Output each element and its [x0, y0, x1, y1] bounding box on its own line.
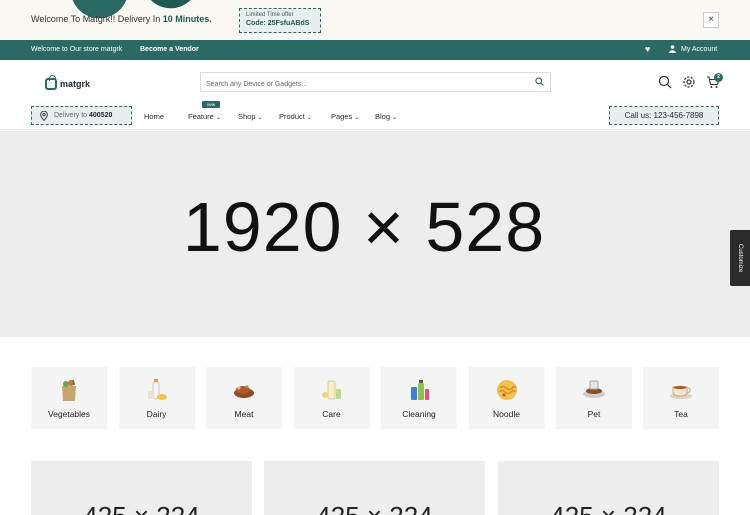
chevron-down-icon: ⌄ — [354, 115, 360, 121]
category-label: Care — [322, 409, 341, 419]
meat-icon — [234, 385, 254, 398]
close-promo-button[interactable]: × — [703, 12, 719, 28]
category-card-meat[interactable]: Meat — [206, 367, 282, 429]
pet-food-icon — [583, 380, 605, 398]
cart-count-badge: 2 — [714, 73, 723, 82]
decorative-leaf-shape — [137, 0, 199, 14]
chevron-down-icon: ⌄ — [215, 115, 221, 121]
category-label: Tea — [674, 409, 688, 419]
shopping-bag-logo-icon — [45, 75, 57, 90]
banner-placeholder-text: 425 × 224 — [498, 501, 719, 515]
coupon-box[interactable]: Limited Time offer Code: 25FsfuABdS — [239, 8, 321, 33]
main-header: matgrk — [0, 60, 750, 104]
location-pin-icon — [40, 111, 48, 121]
promo-message-text: Welcome To Matgrk!! Delivery In — [31, 14, 163, 24]
search-bar — [200, 72, 551, 94]
category-card-dairy[interactable]: Dairy — [118, 367, 195, 429]
coupon-code: Code: 25FsfuABdS — [246, 20, 310, 27]
noodle-icon — [496, 380, 517, 400]
category-label: Dairy — [146, 409, 167, 419]
category-card-tea[interactable]: Tea — [643, 367, 719, 429]
chevron-down-icon: ⌄ — [257, 115, 263, 121]
delivery-prefix: Delivery to — [54, 112, 90, 119]
delivery-pincode: 400520 — [89, 112, 113, 119]
category-card-cleaning[interactable]: Cleaning — [381, 367, 457, 429]
nav-item-label: Pages — [331, 112, 353, 121]
become-vendor-link[interactable]: Become a Vendor — [140, 46, 199, 53]
new-badge: new — [202, 101, 220, 108]
promo-delivery-time: 10 Minutes. — [162, 14, 212, 24]
vegetables-bag-icon — [62, 379, 76, 401]
tea-icon — [670, 385, 692, 399]
wishlist-heart-icon[interactable]: ♥ — [645, 44, 650, 54]
nav-item-product[interactable]: Product ⌄ — [279, 112, 312, 121]
user-icon — [669, 45, 676, 55]
category-row: Vegetables Dairy Meat Care Cleaning Nood… — [31, 367, 719, 429]
category-label: Noodle — [493, 409, 520, 419]
hero-placeholder-text: 1920 × 528 — [182, 188, 546, 266]
logo-text: matgrk — [60, 79, 91, 89]
nav-item-label: Shop — [238, 112, 256, 121]
banner-placeholder-text: 425 × 224 — [31, 501, 252, 515]
category-label: Vegetables — [47, 409, 91, 419]
nav-item-feature[interactable]: Feature ⌄ — [188, 112, 221, 121]
cleaning-icon — [411, 380, 429, 400]
search-input[interactable] — [201, 75, 521, 94]
call-us-button[interactable]: Call us: 123-456-7898 — [609, 106, 719, 125]
my-account-link[interactable]: My Account — [681, 46, 717, 53]
nav-item-label: Feature — [188, 112, 214, 121]
nav-item-home[interactable]: Home — [144, 112, 164, 121]
banner-placeholder-text: 425 × 224 — [264, 501, 485, 515]
category-card-vegetables[interactable]: Vegetables — [31, 367, 107, 429]
customize-tab[interactable]: Customize — [730, 230, 750, 286]
nav-item-pages[interactable]: Pages ⌄ — [331, 112, 359, 121]
settings-gear-icon[interactable] — [682, 75, 696, 89]
promo-banner-placeholder[interactable]: 425 × 224 — [498, 461, 719, 515]
care-icon — [321, 380, 341, 400]
chevron-down-icon: ⌄ — [306, 115, 312, 121]
search-submit-icon[interactable] — [535, 77, 544, 86]
category-card-pet[interactable]: Pet — [556, 367, 632, 429]
top-bar: Welcome to Our store matgrk Become a Ven… — [0, 40, 750, 60]
category-label: Pet — [587, 409, 601, 419]
nav-item-shop[interactable]: Shop ⌄ — [238, 112, 263, 121]
nav-item-label: Home — [144, 112, 165, 121]
category-card-noodle[interactable]: Noodle — [468, 367, 545, 429]
navigation-bar: Delivery to 400520 Home new Feature ⌄ Sho… — [0, 101, 750, 130]
nav-item-label: Product — [279, 112, 305, 121]
promo-banner-placeholder[interactable]: 425 × 224 — [264, 461, 485, 515]
delivery-location-button[interactable]: Delivery to 400520 — [31, 106, 132, 125]
promo-message: Welcome To Matgrk!! Delivery In 10 Minut… — [31, 14, 212, 24]
coupon-caption: Limited Time offer — [246, 12, 294, 18]
hero-banner-placeholder[interactable]: 1920 × 528 — [0, 131, 750, 337]
store-welcome-text: Welcome to Our store matgrk — [31, 46, 123, 53]
chevron-down-icon: ⌄ — [392, 115, 398, 121]
nav-item-blog[interactable]: Blog ⌄ — [375, 112, 397, 121]
promo-bar: Welcome To Matgrk!! Delivery In 10 Minut… — [0, 0, 750, 40]
search-icon[interactable] — [658, 75, 672, 89]
site-logo[interactable]: matgrk — [45, 75, 91, 90]
category-card-care[interactable]: Care — [293, 367, 370, 429]
nav-item-label: Blog — [375, 112, 391, 121]
promo-banner-placeholder[interactable]: 425 × 224 — [31, 461, 252, 515]
category-label: Meat — [234, 409, 254, 419]
category-label: Cleaning — [402, 409, 436, 419]
dairy-icon — [147, 379, 167, 400]
